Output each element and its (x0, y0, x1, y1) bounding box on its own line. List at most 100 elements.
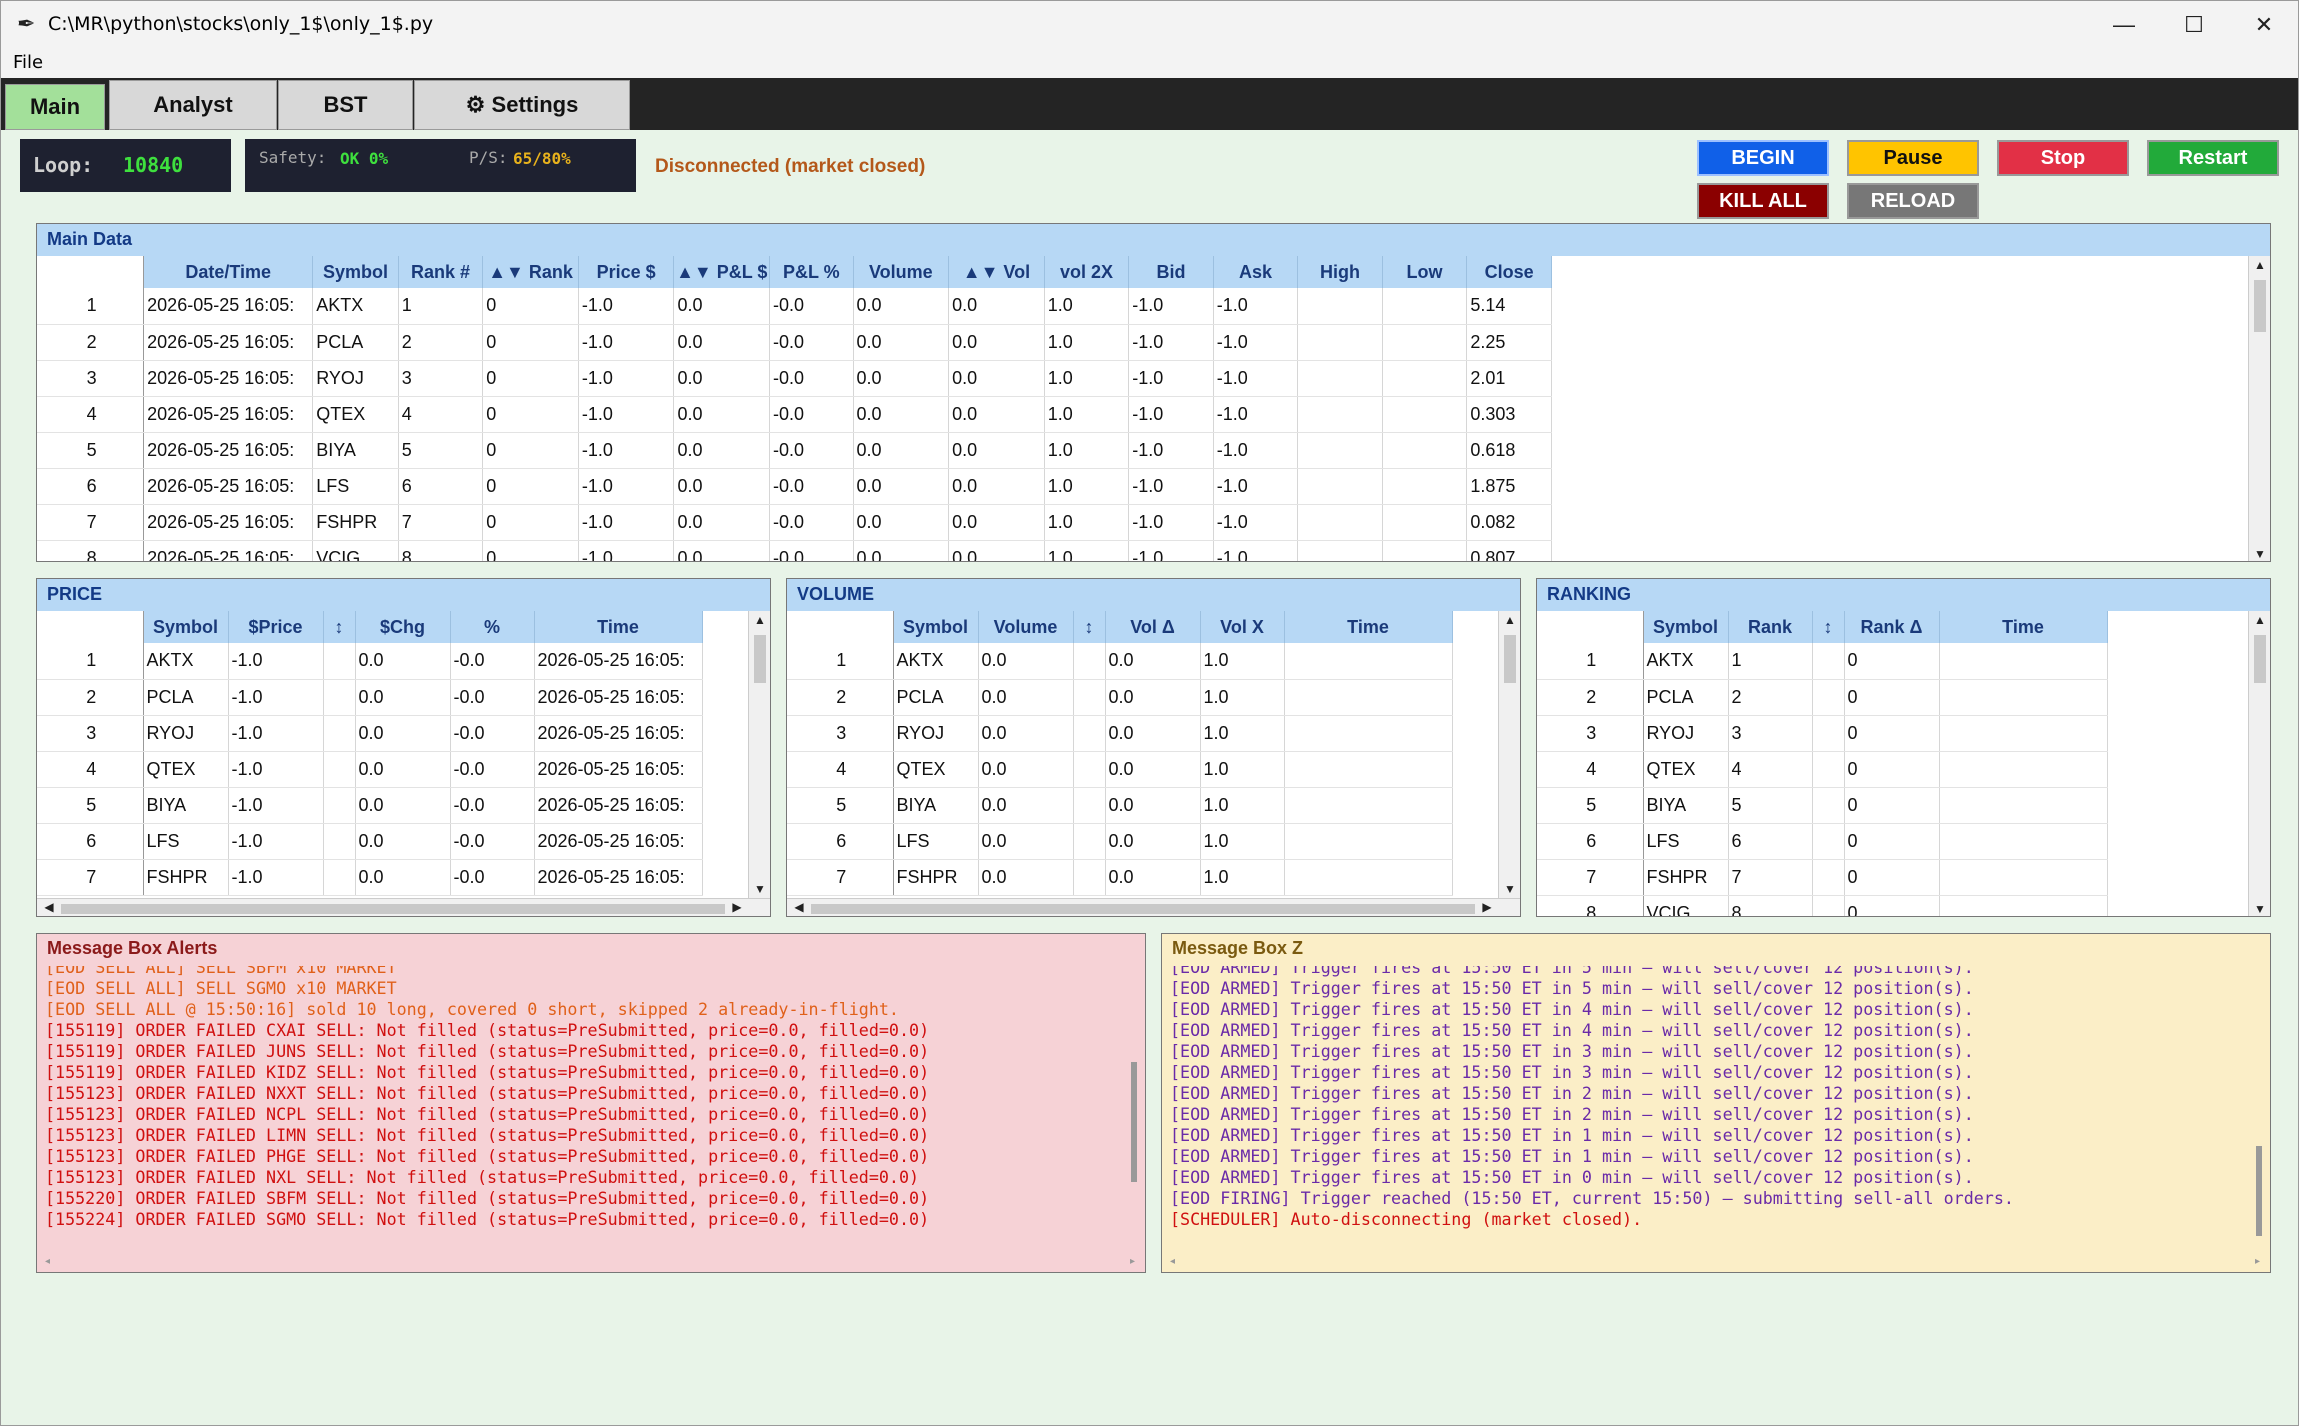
table-row[interactable]: 3 RYOJ 0.0 0.0 1.0 (787, 715, 1453, 752)
volume-vscroll[interactable]: ▲ ▼ (1498, 611, 1520, 898)
scroll-thumb[interactable] (2254, 280, 2266, 332)
table-row[interactable]: 3 RYOJ -1.0 0.0 -0.0 2026-05-25 16:05: (37, 715, 703, 752)
scroll-thumb[interactable] (1504, 635, 1516, 683)
column-header[interactable]: Rank # (398, 256, 484, 288)
minimize-icon[interactable]: — (2089, 1, 2159, 48)
table-row[interactable]: 5 BIYA 0.0 0.0 1.0 (787, 787, 1453, 824)
scroll-thumb[interactable] (2256, 1146, 2262, 1236)
alerts-hscroll[interactable]: ◂ ▸ (45, 1256, 1135, 1268)
column-header[interactable]: Symbol (893, 611, 979, 643)
alerts-vscroll[interactable] (1125, 966, 1145, 1254)
column-header[interactable]: Close (1466, 256, 1552, 288)
table-row[interactable]: 1 AKTX 1 0 (1537, 643, 2108, 680)
table-row[interactable]: 7 FSHPR 7 0 (1537, 859, 2108, 896)
column-header[interactable]: Symbol (1643, 611, 1729, 643)
scroll-right-icon[interactable]: ▶ (729, 900, 745, 914)
table-row[interactable]: 4 QTEX 4 0 (1537, 751, 2108, 788)
table-row[interactable]: 2 2026-05-25 16:05: PCLA 2 0 -1.0 0.0 -0.0 0.0 0.… (37, 324, 1552, 361)
column-header[interactable]: $Price (228, 611, 324, 643)
column-header[interactable]: ▲▼ Rank (482, 256, 579, 288)
table-row[interactable]: 6 LFS -1.0 0.0 -0.0 2026-05-25 16:05: (37, 823, 703, 860)
column-header[interactable]: Price $ (578, 256, 675, 288)
scroll-left-icon[interactable]: ◀ (41, 900, 57, 914)
column-header[interactable]: Bid (1128, 256, 1214, 288)
column-header[interactable]: ▲▼ P&L $ (673, 256, 771, 288)
table-row[interactable]: 6 2026-05-25 16:05: LFS 6 0 -1.0 0.0 -0.0 0.0 0.0… (37, 468, 1552, 505)
column-header[interactable]: Low (1382, 256, 1468, 288)
table-row[interactable]: 3 2026-05-25 16:05: RYOJ 3 0 -1.0 0.0 -0.0 0.0 0.… (37, 360, 1552, 397)
table-row[interactable]: 6 LFS 6 0 (1537, 823, 2108, 860)
table-row[interactable]: 7 FSHPR -1.0 0.0 -0.0 2026-05-25 16:05: (37, 859, 703, 896)
table-row[interactable]: 6 LFS 0.0 0.0 1.0 (787, 823, 1453, 860)
restart-button[interactable]: Restart (2147, 140, 2279, 176)
scroll-thumb[interactable] (754, 635, 766, 683)
scroll-left-icon[interactable]: ◀ (791, 900, 807, 914)
column-header[interactable]: High (1297, 256, 1383, 288)
main-data-scrollbar[interactable]: ▲ ▼ (2248, 256, 2270, 561)
scroll-down-icon[interactable]: ▼ (752, 882, 768, 896)
table-row[interactable]: 8 VCIG 8 0 (1537, 895, 2108, 916)
table-row[interactable]: 5 BIYA -1.0 0.0 -0.0 2026-05-25 16:05: (37, 787, 703, 824)
column-header[interactable]: Vol Δ (1105, 611, 1201, 643)
column-header[interactable]: Time (534, 611, 703, 643)
column-header[interactable]: ↕ (323, 611, 356, 643)
table-row[interactable]: 7 2026-05-25 16:05: FSHPR 7 0 -1.0 0.0 -0.0 0.0 0… (37, 504, 1552, 541)
scroll-thumb[interactable] (1131, 1062, 1137, 1182)
tab-settings[interactable]: ⚙ Settings (414, 80, 630, 130)
message-box-alerts[interactable]: Message Box Alerts [EOD SELL ALL] SELL S… (36, 933, 1146, 1273)
table-row[interactable]: 5 2026-05-25 16:05: BIYA 5 0 -1.0 0.0 -0.0 0.0 0.… (37, 432, 1552, 469)
table-row[interactable]: 2 PCLA -1.0 0.0 -0.0 2026-05-25 16:05: (37, 679, 703, 716)
kill-all-button[interactable]: KILL ALL (1697, 183, 1829, 219)
column-header[interactable]: Time (1939, 611, 2108, 643)
column-header[interactable]: ▲▼ Vol (948, 256, 1045, 288)
table-row[interactable]: 5 BIYA 5 0 (1537, 787, 2108, 824)
scroll-up-icon[interactable]: ▲ (2252, 258, 2268, 272)
price-vscroll[interactable]: ▲ ▼ (748, 611, 770, 898)
column-header[interactable]: ↕ (1073, 611, 1106, 643)
column-header[interactable]: Rank Δ (1844, 611, 1940, 643)
stop-button[interactable]: Stop (1997, 140, 2129, 176)
scroll-up-icon[interactable]: ▲ (2252, 613, 2268, 627)
reload-off-button[interactable]: RELOAD OFF (1847, 183, 1979, 244)
column-header[interactable]: Time (1284, 611, 1453, 643)
scroll-thumb[interactable] (811, 904, 1475, 914)
close-icon[interactable]: ✕ (2229, 1, 2299, 48)
table-row[interactable]: 3 RYOJ 3 0 (1537, 715, 2108, 752)
maximize-icon[interactable]: ☐ (2159, 1, 2229, 48)
column-header[interactable]: Ask (1213, 256, 1299, 288)
table-row[interactable]: 4 QTEX 0.0 0.0 1.0 (787, 751, 1453, 788)
tab-analyst[interactable]: Analyst (109, 80, 277, 130)
table-row[interactable]: 1 AKTX 0.0 0.0 1.0 (787, 643, 1453, 680)
price-hscroll[interactable]: ◀ ▶ (37, 898, 770, 916)
column-header[interactable]: Symbol (312, 256, 399, 288)
table-row[interactable]: 2 PCLA 0.0 0.0 1.0 (787, 679, 1453, 716)
scroll-right-icon[interactable]: ▶ (1479, 900, 1495, 914)
column-header[interactable]: Volume (978, 611, 1074, 643)
column-header[interactable]: P&L % (769, 256, 854, 288)
scroll-down-icon[interactable]: ▼ (2252, 902, 2268, 916)
scroll-up-icon[interactable]: ▲ (752, 613, 768, 627)
table-row[interactable]: 8 2026-05-25 16:05: VCIG 8 0 -1.0 0.0 -0.0 0.0 0.… (37, 540, 1552, 561)
column-header[interactable]: Vol X (1200, 611, 1285, 643)
pause-button[interactable]: Pause (1847, 140, 1979, 176)
scroll-thumb[interactable] (2254, 635, 2266, 683)
table-row[interactable]: 1 2026-05-25 16:05: AKTX 1 0 -1.0 0.0 -0.0 0.0 0.… (37, 288, 1552, 325)
column-header[interactable]: Volume (853, 256, 950, 288)
column-header[interactable]: vol 2X (1044, 256, 1130, 288)
table-row[interactable]: 4 QTEX -1.0 0.0 -0.0 2026-05-25 16:05: (37, 751, 703, 788)
ranking-vscroll[interactable]: ▲ ▼ (2248, 611, 2270, 916)
column-header[interactable]: % (450, 611, 535, 643)
scroll-down-icon[interactable]: ▼ (2252, 547, 2268, 561)
column-header[interactable]: ↕ (1812, 611, 1845, 643)
tab-main[interactable]: Main (5, 84, 105, 130)
message-box-z[interactable]: Message Box Z [EOD ARMED] Trigger fires … (1161, 933, 2271, 1273)
scroll-down-icon[interactable]: ▼ (1502, 882, 1518, 896)
volume-hscroll[interactable]: ◀ ▶ (787, 898, 1520, 916)
column-header[interactable]: Date/Time (143, 256, 314, 288)
column-header[interactable]: $Chg (355, 611, 451, 643)
scroll-thumb[interactable] (61, 904, 725, 914)
table-row[interactable]: 2 PCLA 2 0 (1537, 679, 2108, 716)
begin-button[interactable]: BEGIN (1697, 140, 1829, 176)
table-row[interactable]: 1 AKTX -1.0 0.0 -0.0 2026-05-25 16:05: (37, 643, 703, 680)
scroll-up-icon[interactable]: ▲ (1502, 613, 1518, 627)
